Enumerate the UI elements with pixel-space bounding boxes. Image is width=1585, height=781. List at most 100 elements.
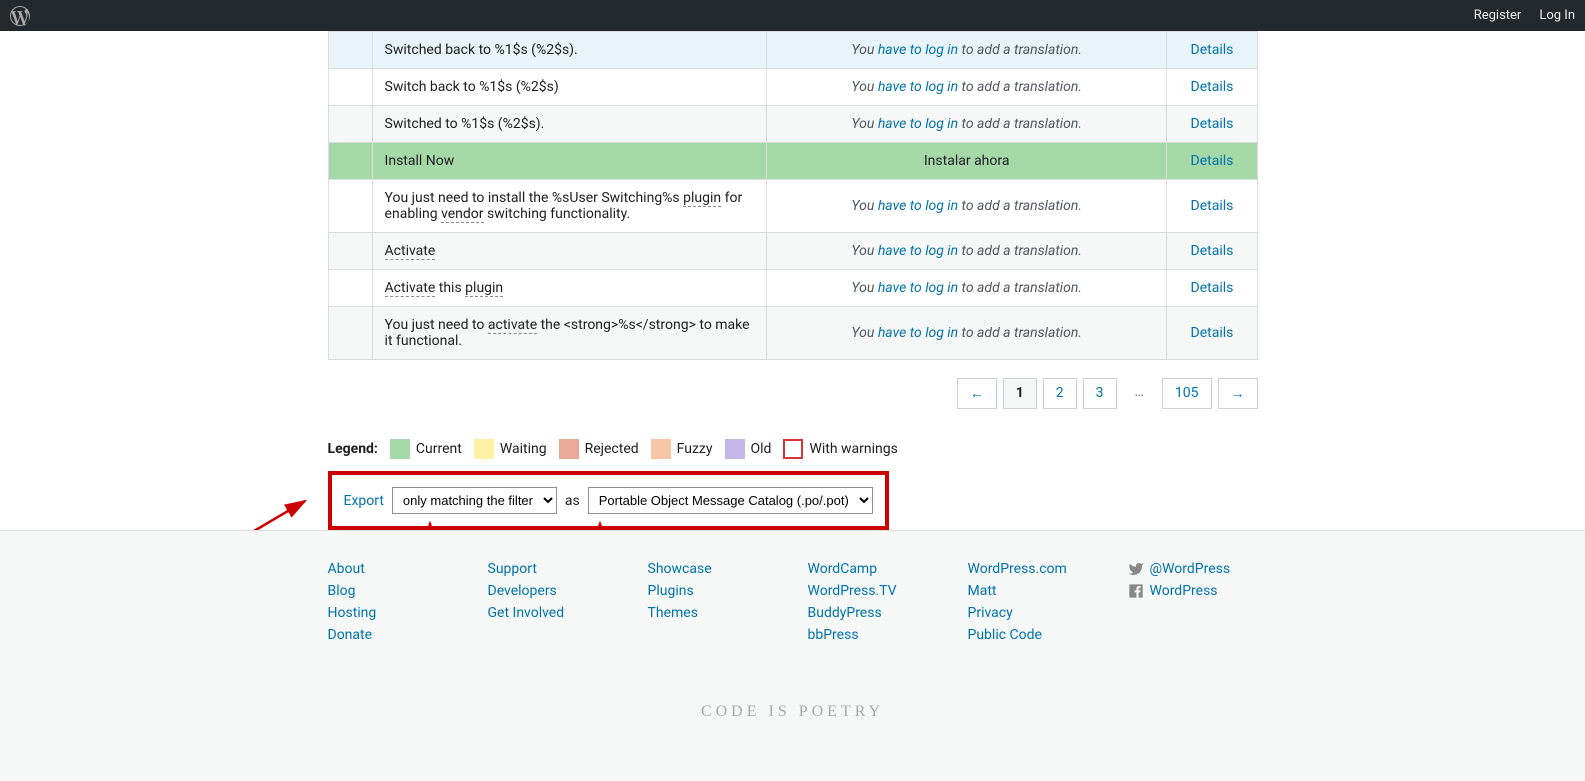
export-format-select[interactable]: Portable Object Message Catalog (.po/.po… [588, 487, 873, 514]
priority-cell [328, 143, 372, 180]
page-2[interactable]: 2 [1043, 378, 1077, 409]
page-prev[interactable]: ← [957, 378, 997, 409]
priority-cell [328, 307, 372, 360]
priority-cell [328, 69, 372, 106]
footer-link[interactable]: Support [488, 561, 618, 577]
pagination: ← 1 2 3 … 105 → [328, 378, 1258, 409]
login-to-translate-link[interactable]: have to log in [878, 116, 958, 132]
register-link[interactable]: Register [1474, 8, 1522, 23]
footer-col-2: Support Developers Get Involved [488, 561, 618, 643]
footer-col-4: WordCamp WordPress.TV BuddyPress bbPress [808, 561, 938, 643]
translation-cell: Instalar ahora [766, 143, 1166, 180]
details-cell: Details [1167, 180, 1257, 233]
footer-link[interactable]: Hosting [328, 605, 458, 621]
page-next[interactable]: → [1218, 378, 1258, 409]
legend-fuzzy: Fuzzy [651, 439, 713, 459]
translation-cell: You have to log in to add a translation. [766, 180, 1166, 233]
details-cell: Details [1167, 233, 1257, 270]
source-cell: Switched to %1$s (%2$s). [372, 106, 766, 143]
footer: About Blog Hosting Donate Support Developers… [0, 530, 1585, 781]
details-cell: Details [1167, 106, 1257, 143]
login-link[interactable]: Log In [1539, 8, 1575, 23]
footer-link[interactable]: Developers [488, 583, 618, 599]
source-cell: Activate [372, 233, 766, 270]
export-as-label: as [565, 493, 580, 509]
translation-cell: You have to log in to add a translation. [766, 270, 1166, 307]
details-link[interactable]: Details [1191, 153, 1234, 169]
details-link[interactable]: Details [1191, 116, 1234, 132]
login-to-translate-link[interactable]: have to log in [878, 79, 958, 95]
table-row: Switched back to %1$s (%2$s).You have to… [328, 32, 1257, 69]
login-to-translate-link[interactable]: have to log in [878, 198, 958, 214]
legend-waiting: Waiting [474, 439, 547, 459]
table-row: ActivateYou have to log in to add a tran… [328, 233, 1257, 270]
footer-link[interactable]: Donate [328, 627, 458, 643]
footer-link[interactable]: Public Code [968, 627, 1098, 643]
table-row: You just need to install the %sUser Swit… [328, 180, 1257, 233]
priority-cell [328, 233, 372, 270]
page-last[interactable]: 105 [1162, 378, 1212, 409]
source-cell: You just need to install the %sUser Swit… [372, 180, 766, 233]
translation-cell: You have to log in to add a translation. [766, 233, 1166, 270]
details-link[interactable]: Details [1191, 42, 1234, 58]
details-link[interactable]: Details [1191, 198, 1234, 214]
details-cell: Details [1167, 32, 1257, 69]
export-filter-select[interactable]: only matching the filter [392, 487, 557, 514]
legend-current: Current [390, 439, 462, 459]
footer-link[interactable]: Matt [968, 583, 1098, 599]
wordpress-logo-icon[interactable] [10, 6, 30, 26]
login-to-translate-link[interactable]: have to log in [878, 243, 958, 259]
source-cell: Switch back to %1$s (%2$s) [372, 69, 766, 106]
footer-link[interactable]: WordPress.TV [808, 583, 938, 599]
footer-link[interactable]: BuddyPress [808, 605, 938, 621]
details-cell: Details [1167, 69, 1257, 106]
details-link[interactable]: Details [1191, 79, 1234, 95]
twitter-icon [1128, 561, 1144, 577]
footer-link[interactable]: WordPress.com [968, 561, 1098, 577]
footer-col-social: @WordPress WordPress [1128, 561, 1258, 643]
legend-rejected: Rejected [559, 439, 639, 459]
login-to-translate-link[interactable]: have to log in [878, 42, 958, 58]
table-row: Install NowInstalar ahoraDetails [328, 143, 1257, 180]
export-annotation-box: Export only matching the filter as Porta… [328, 471, 889, 530]
footer-link[interactable]: bbPress [808, 627, 938, 643]
translation-cell: You have to log in to add a translation. [766, 69, 1166, 106]
details-link[interactable]: Details [1191, 280, 1234, 296]
footer-link[interactable]: WordCamp [808, 561, 938, 577]
source-cell: Switched back to %1$s (%2$s). [372, 32, 766, 69]
source-cell: Activate this plugin [372, 270, 766, 307]
legend-old: Old [725, 439, 772, 459]
footer-link[interactable]: Showcase [648, 561, 778, 577]
details-link[interactable]: Details [1191, 325, 1234, 341]
footer-link[interactable]: Blog [328, 583, 458, 599]
translation-cell: You have to log in to add a translation. [766, 106, 1166, 143]
facebook-icon [1128, 583, 1144, 599]
priority-cell [328, 270, 372, 307]
export-link[interactable]: Export [344, 493, 384, 509]
priority-cell [328, 106, 372, 143]
page-3[interactable]: 3 [1083, 378, 1117, 409]
legend: Legend: Current Waiting Rejected Fuzzy O… [328, 439, 1258, 459]
priority-cell [328, 32, 372, 69]
footer-col-5: WordPress.com Matt Privacy Public Code [968, 561, 1098, 643]
footer-link[interactable]: Get Involved [488, 605, 618, 621]
table-row: Switched to %1$s (%2$s).You have to log … [328, 106, 1257, 143]
translation-cell: You have to log in to add a translation. [766, 307, 1166, 360]
footer-link[interactable]: Themes [648, 605, 778, 621]
table-row: You just need to activate the <strong>%s… [328, 307, 1257, 360]
social-link[interactable]: @WordPress [1128, 561, 1258, 577]
details-link[interactable]: Details [1191, 243, 1234, 259]
social-link[interactable]: WordPress [1128, 583, 1258, 599]
table-row: Switch back to %1$s (%2$s)You have to lo… [328, 69, 1257, 106]
footer-link[interactable]: Plugins [648, 583, 778, 599]
footer-link[interactable]: Privacy [968, 605, 1098, 621]
details-cell: Details [1167, 270, 1257, 307]
tagline: Code is Poetry [0, 703, 1585, 721]
export-controls: Export only matching the filter as Porta… [332, 475, 885, 526]
priority-cell [328, 180, 372, 233]
source-cell: You just need to activate the <strong>%s… [372, 307, 766, 360]
login-to-translate-link[interactable]: have to log in [878, 325, 958, 341]
login-to-translate-link[interactable]: have to log in [878, 280, 958, 296]
footer-col-3: Showcase Plugins Themes [648, 561, 778, 643]
footer-link[interactable]: About [328, 561, 458, 577]
